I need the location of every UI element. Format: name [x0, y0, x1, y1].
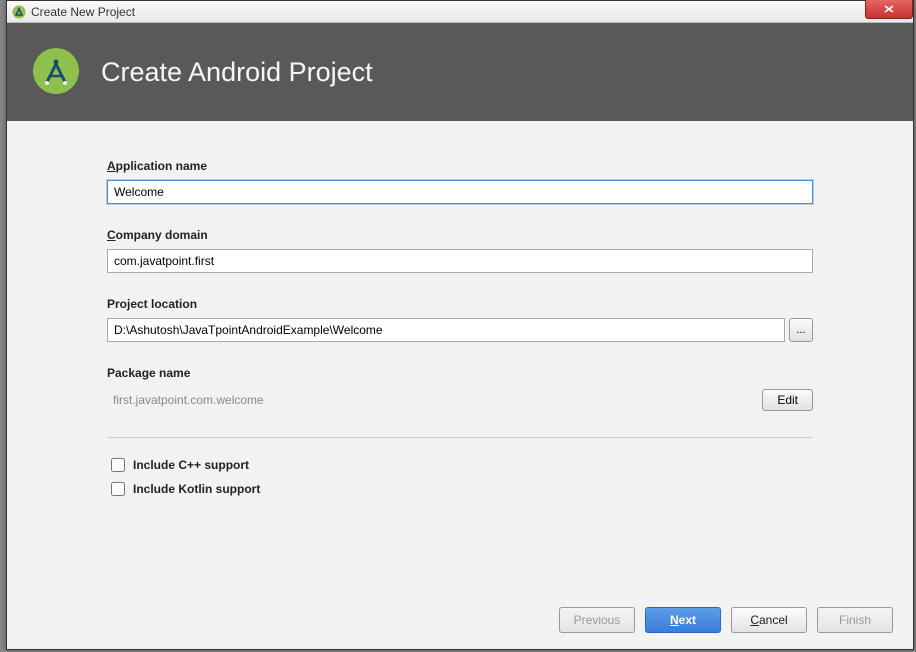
include-kotlin-checkbox[interactable]: [111, 482, 125, 496]
company-domain-label: Company domain: [107, 228, 813, 242]
cancel-button[interactable]: Cancel: [731, 607, 807, 633]
separator: [107, 437, 813, 438]
close-button[interactable]: [865, 0, 913, 19]
close-icon: [884, 5, 894, 13]
browse-button[interactable]: ...: [789, 318, 813, 342]
next-button[interactable]: Next: [645, 607, 721, 633]
include-cpp-label: Include C++ support: [133, 458, 249, 472]
titlebar[interactable]: Create New Project: [7, 1, 913, 23]
previous-button[interactable]: Previous: [559, 607, 635, 633]
company-domain-input[interactable]: [107, 249, 813, 273]
project-location-input[interactable]: [107, 318, 785, 342]
finish-button[interactable]: Finish: [817, 607, 893, 633]
android-studio-icon: [11, 4, 27, 20]
package-name-label: Package name: [107, 366, 813, 380]
application-name-input[interactable]: [107, 180, 813, 204]
window-title: Create New Project: [31, 5, 135, 19]
include-cpp-checkbox[interactable]: [111, 458, 125, 472]
header-banner: Create Android Project: [7, 23, 913, 121]
banner-heading: Create Android Project: [101, 57, 373, 88]
android-studio-logo: [33, 48, 81, 96]
form-content: Application name document.currentScript.…: [7, 121, 913, 593]
application-name-label: Application name: [107, 159, 813, 173]
dialog-footer: Previous Next Cancel Finish: [7, 593, 913, 649]
project-location-label: Project location: [107, 297, 813, 311]
include-kotlin-label: Include Kotlin support: [133, 482, 260, 496]
package-name-value: first.javatpoint.com.welcome: [107, 393, 264, 407]
edit-package-button[interactable]: Edit: [762, 389, 813, 411]
dialog-window: Create New Project Create Android Projec…: [6, 0, 914, 650]
